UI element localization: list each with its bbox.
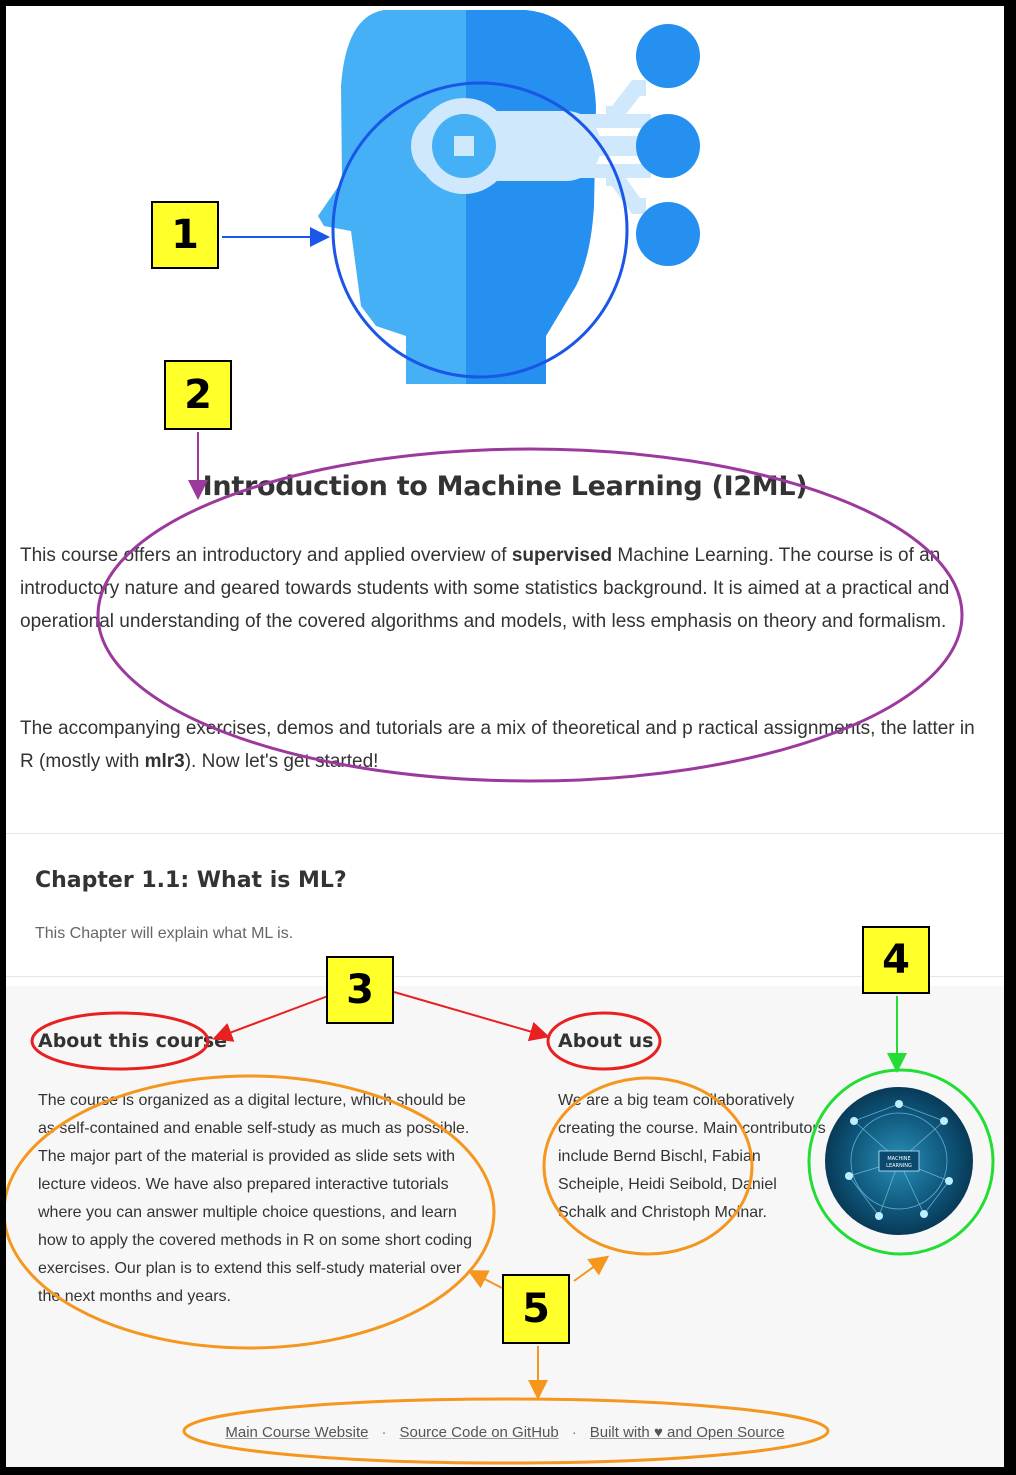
source-code-link[interactable]: Source Code on GitHub: [399, 1424, 558, 1441]
about-course-title: About this course: [38, 1030, 228, 1052]
page-frame: Introduction to Machine Learning (I2ML) …: [6, 6, 1004, 1467]
open-source-text: and Open Source: [662, 1424, 785, 1441]
callout-5: 5: [502, 1274, 570, 1344]
built-with-link[interactable]: Built with ♥ and Open Source: [590, 1424, 785, 1441]
svg-text:LEARNING: LEARNING: [886, 1163, 912, 1169]
chapter-title[interactable]: Chapter 1.1: What is ML?: [35, 868, 347, 893]
heart-icon: ♥: [653, 1424, 663, 1441]
intro-bold-mlr3: mlr3: [144, 751, 185, 772]
divider: [6, 833, 1004, 834]
machine-learning-badge: MACHINE LEARNING: [825, 1087, 973, 1235]
callout-3: 3: [326, 956, 394, 1024]
intro-bold-supervised: supervised: [511, 545, 613, 566]
intro-text: This course offers an introductory and a…: [20, 545, 512, 566]
svg-text:MACHINE: MACHINE: [887, 1156, 910, 1162]
main-course-website-link[interactable]: Main Course Website: [225, 1424, 368, 1441]
footer-links: Main Course Website · Source Code on GitHu…: [6, 1424, 1004, 1441]
intro-paragraph-1: This course offers an introductory and a…: [20, 539, 990, 638]
divider: [6, 976, 1004, 977]
callout-1: 1: [151, 201, 219, 269]
chapter-description: This Chapter will explain what ML is.: [35, 925, 294, 942]
about-us-title: About us: [558, 1030, 654, 1052]
separator: ·: [571, 1424, 577, 1441]
course-title: Introduction to Machine Learning (I2ML): [202, 471, 808, 502]
separator: ·: [381, 1424, 387, 1441]
about-us-text: We are a big team collaboratively creati…: [558, 1092, 826, 1221]
about-course-text: The course is organized as a digital lec…: [38, 1092, 473, 1305]
callout-4: 4: [862, 926, 930, 994]
intro-text: ). Now let's get started!: [184, 751, 379, 772]
ai-head-icon: [318, 10, 700, 384]
callout-2: 2: [164, 360, 232, 430]
intro-paragraph-2: The accompanying exercises, demos and tu…: [20, 712, 990, 778]
built-with-text: Built with: [589, 1424, 654, 1441]
